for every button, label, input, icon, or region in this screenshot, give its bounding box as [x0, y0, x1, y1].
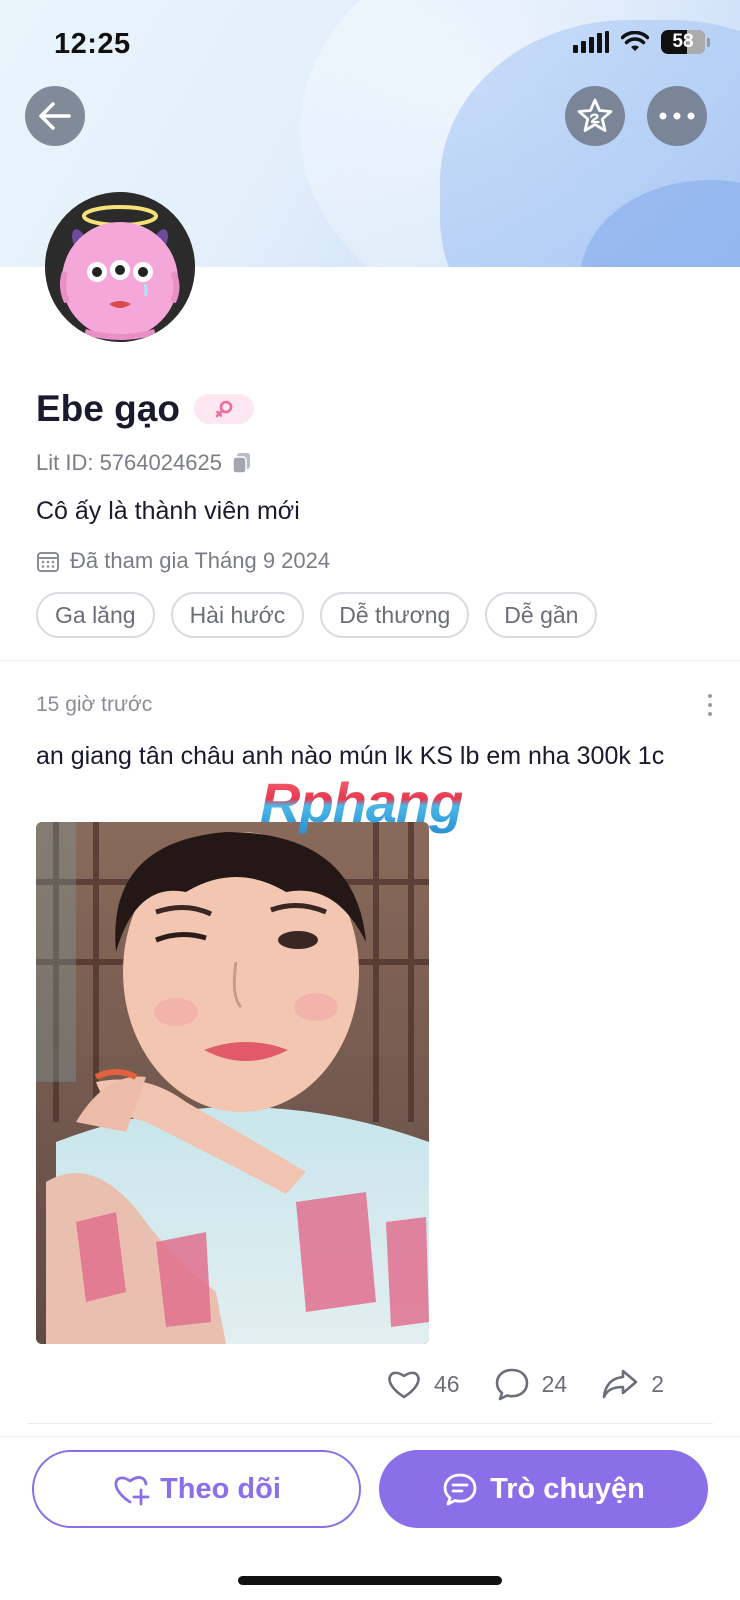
comment-count: 24: [541, 1370, 568, 1397]
share-count: 2: [651, 1370, 664, 1397]
like-button[interactable]: 46: [386, 1368, 460, 1400]
gender-badge: [193, 394, 254, 424]
divider: [0, 660, 740, 661]
tag: Ga lăng: [36, 592, 155, 638]
comment-icon: [495, 1368, 528, 1401]
post-text: an giang tân châu anh nào mún lk KS lb e…: [36, 742, 665, 770]
copy-icon[interactable]: [232, 452, 252, 474]
comment-button[interactable]: 24: [494, 1367, 568, 1401]
post-time: 15 giờ trước: [36, 693, 153, 716]
favorite-button[interactable]: [565, 86, 625, 146]
status-time: 12:25: [54, 28, 131, 60]
follow-label: Theo dõi: [160, 1472, 281, 1505]
more-horizontal-icon: [659, 112, 695, 120]
joined-date: Đã tham gia Tháng 9 2024: [70, 548, 331, 573]
chat-icon: [443, 1473, 477, 1506]
battery-icon: 58: [661, 30, 705, 54]
chat-button[interactable]: Trò chuyện: [379, 1450, 708, 1528]
tag: Dễ gần: [485, 592, 598, 638]
post-image[interactable]: [36, 822, 429, 1344]
wifi-icon: [621, 31, 649, 51]
signal-icon: [573, 31, 609, 53]
arrow-left-icon: [39, 102, 71, 130]
post-more-button[interactable]: [700, 694, 720, 716]
female-icon: [215, 400, 233, 418]
avatar[interactable]: [45, 192, 195, 342]
heart-icon: [388, 1371, 420, 1399]
tag: Dễ thương: [320, 592, 470, 638]
heart-plus-icon: [114, 1476, 150, 1506]
profile-name: Ebe gạo: [36, 388, 180, 429]
calendar-icon: [37, 552, 59, 572]
back-button[interactable]: [25, 86, 85, 146]
watermark-logo: Rphang: [260, 771, 463, 834]
tag-list: Ga lăng Hài hước Dễ thương Dễ gần: [36, 592, 598, 638]
profile-bio: Cô ấy là thành viên mới: [36, 497, 300, 525]
like-count: 46: [434, 1370, 460, 1397]
chat-label: Trò chuyện: [490, 1472, 645, 1505]
follow-button[interactable]: Theo dõi: [32, 1450, 361, 1528]
tag: Hài hước: [170, 592, 305, 638]
home-indicator: [238, 1576, 502, 1585]
star-icon: [577, 98, 613, 132]
divider: [27, 1423, 713, 1424]
more-button[interactable]: [647, 86, 707, 146]
status-bar: 12:25 58: [0, 0, 740, 88]
battery-level: 58: [672, 31, 694, 52]
lit-id: Lit ID: 5764024625: [36, 450, 222, 475]
share-button[interactable]: 2: [601, 1368, 664, 1400]
share-icon: [602, 1369, 638, 1399]
